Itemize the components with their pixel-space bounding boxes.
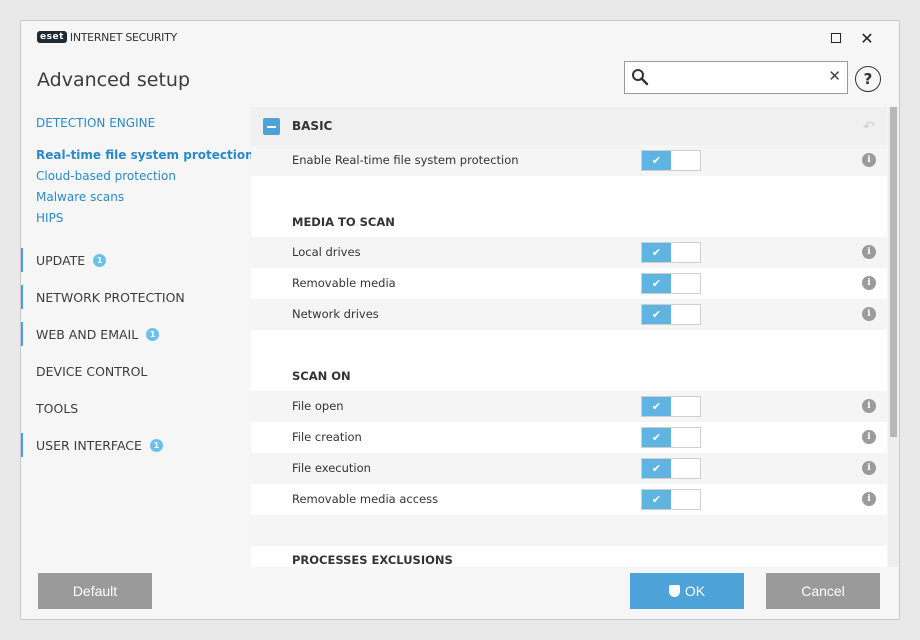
setting-row: Removable media ✔ i [251, 268, 887, 299]
info-icon[interactable]: i [862, 276, 876, 290]
check-icon: ✔ [642, 397, 671, 416]
vertical-scrollbar[interactable] [888, 107, 899, 567]
info-icon[interactable]: i [862, 399, 876, 413]
sidebar-subitem-realtime-protection[interactable]: Real-time file system protection [36, 148, 254, 162]
logo-badge: eset [37, 31, 67, 43]
removable-media-access-toggle[interactable]: ✔ [641, 489, 701, 510]
page-title: Advanced setup [37, 69, 191, 91]
search-input[interactable] [653, 65, 821, 89]
network-drives-toggle[interactable]: ✔ [641, 304, 701, 325]
eset-logo: eset INTERNET SECURITY [37, 30, 177, 44]
sidebar-item-detection-engine[interactable]: DETECTION ENGINE [21, 111, 251, 135]
sidebar: DETECTION ENGINE Real-time file system p… [21, 107, 254, 567]
search-box[interactable]: ✕ [624, 61, 848, 94]
search-icon [632, 69, 649, 86]
info-icon[interactable]: i [862, 461, 876, 475]
check-icon: ✔ [642, 459, 671, 478]
setting-row: Network drives ✔ i [251, 299, 887, 330]
basic-section-title: BASIC [292, 119, 333, 133]
info-icon[interactable]: i [862, 153, 876, 167]
update-badge: 1 [93, 253, 107, 267]
setting-label: File open [292, 399, 344, 413]
info-icon[interactable]: i [862, 430, 876, 444]
info-icon[interactable]: i [862, 492, 876, 506]
default-button[interactable]: Default [38, 573, 152, 609]
settings-panel: BASIC ↶ Enable Real-time file system pro… [251, 107, 887, 567]
media-to-scan-header: MEDIA TO SCAN [292, 215, 395, 229]
setting-label: Local drives [292, 245, 361, 259]
maximize-button[interactable] [823, 27, 849, 49]
check-icon: ✔ [642, 305, 671, 324]
realtime-protection-toggle[interactable]: ✔ [641, 150, 701, 171]
logo-text: INTERNET SECURITY [69, 30, 177, 44]
check-icon: ✔ [642, 274, 671, 293]
processes-exclusions-header: PROCESSES EXCLUSIONS [292, 553, 453, 567]
file-execution-toggle[interactable]: ✔ [641, 458, 701, 479]
sidebar-item-update[interactable]: UPDATE 1 [21, 248, 251, 272]
check-icon: ✔ [642, 428, 671, 447]
cancel-button[interactable]: Cancel [766, 573, 880, 609]
info-icon[interactable]: i [862, 307, 876, 321]
setting-label: File execution [292, 461, 371, 475]
help-button[interactable]: ? [855, 66, 881, 92]
setting-row: File execution ✔ i [251, 453, 887, 484]
check-icon: ✔ [642, 490, 671, 509]
maximize-icon [831, 33, 841, 43]
check-icon: ✔ [642, 243, 671, 262]
shield-icon [668, 585, 680, 597]
ok-button[interactable]: OK [630, 573, 744, 609]
user-interface-badge: 1 [149, 438, 163, 452]
scrollbar-thumb[interactable] [890, 107, 897, 437]
sidebar-item-network-protection[interactable]: NETWORK PROTECTION [21, 285, 251, 309]
sidebar-subitem-cloud-protection[interactable]: Cloud-based protection [36, 169, 176, 183]
advanced-setup-window: eset INTERNET SECURITY ✕ Advanced setup … [20, 20, 900, 620]
spacer-row [251, 515, 887, 546]
setting-label: Removable media access [292, 492, 439, 506]
collapse-icon[interactable] [263, 118, 280, 135]
setting-label: File creation [292, 430, 362, 444]
sidebar-item-tools[interactable]: TOOLS [21, 396, 251, 420]
sidebar-subitem-malware-scans[interactable]: Malware scans [36, 190, 124, 204]
setting-row: File creation ✔ i [251, 422, 887, 453]
basic-section-header[interactable]: BASIC ↶ [251, 107, 887, 145]
sidebar-item-user-interface[interactable]: USER INTERFACE 1 [21, 433, 251, 457]
setting-row: File open ✔ i [251, 391, 887, 422]
web-email-badge: 1 [146, 327, 160, 341]
scan-on-header: SCAN ON [292, 369, 351, 383]
sidebar-item-device-control[interactable]: DEVICE CONTROL [21, 359, 251, 383]
local-drives-toggle[interactable]: ✔ [641, 242, 701, 263]
sidebar-subitem-hips[interactable]: HIPS [36, 211, 63, 225]
setting-row: Removable media access ✔ i [251, 484, 887, 515]
check-icon: ✔ [642, 151, 671, 170]
file-creation-toggle[interactable]: ✔ [641, 427, 701, 448]
setting-label: Removable media [292, 276, 396, 290]
setting-row: Enable Real-time file system protection … [251, 145, 887, 176]
revert-icon[interactable]: ↶ [863, 119, 875, 135]
info-icon[interactable]: i [862, 245, 876, 259]
removable-media-toggle[interactable]: ✔ [641, 273, 701, 294]
setting-row: Local drives ✔ i [251, 237, 887, 268]
setting-label: Enable Real-time file system protection [292, 153, 519, 167]
setting-label: Network drives [292, 307, 379, 321]
close-icon: ✕ [860, 28, 874, 48]
search-clear-icon[interactable]: ✕ [828, 67, 841, 85]
sidebar-item-web-and-email[interactable]: WEB AND EMAIL 1 [21, 322, 251, 346]
help-icon: ? [863, 70, 873, 88]
close-window-button[interactable]: ✕ [854, 27, 880, 49]
title-bar: eset INTERNET SECURITY ✕ [21, 21, 899, 57]
file-open-toggle[interactable]: ✔ [641, 396, 701, 417]
